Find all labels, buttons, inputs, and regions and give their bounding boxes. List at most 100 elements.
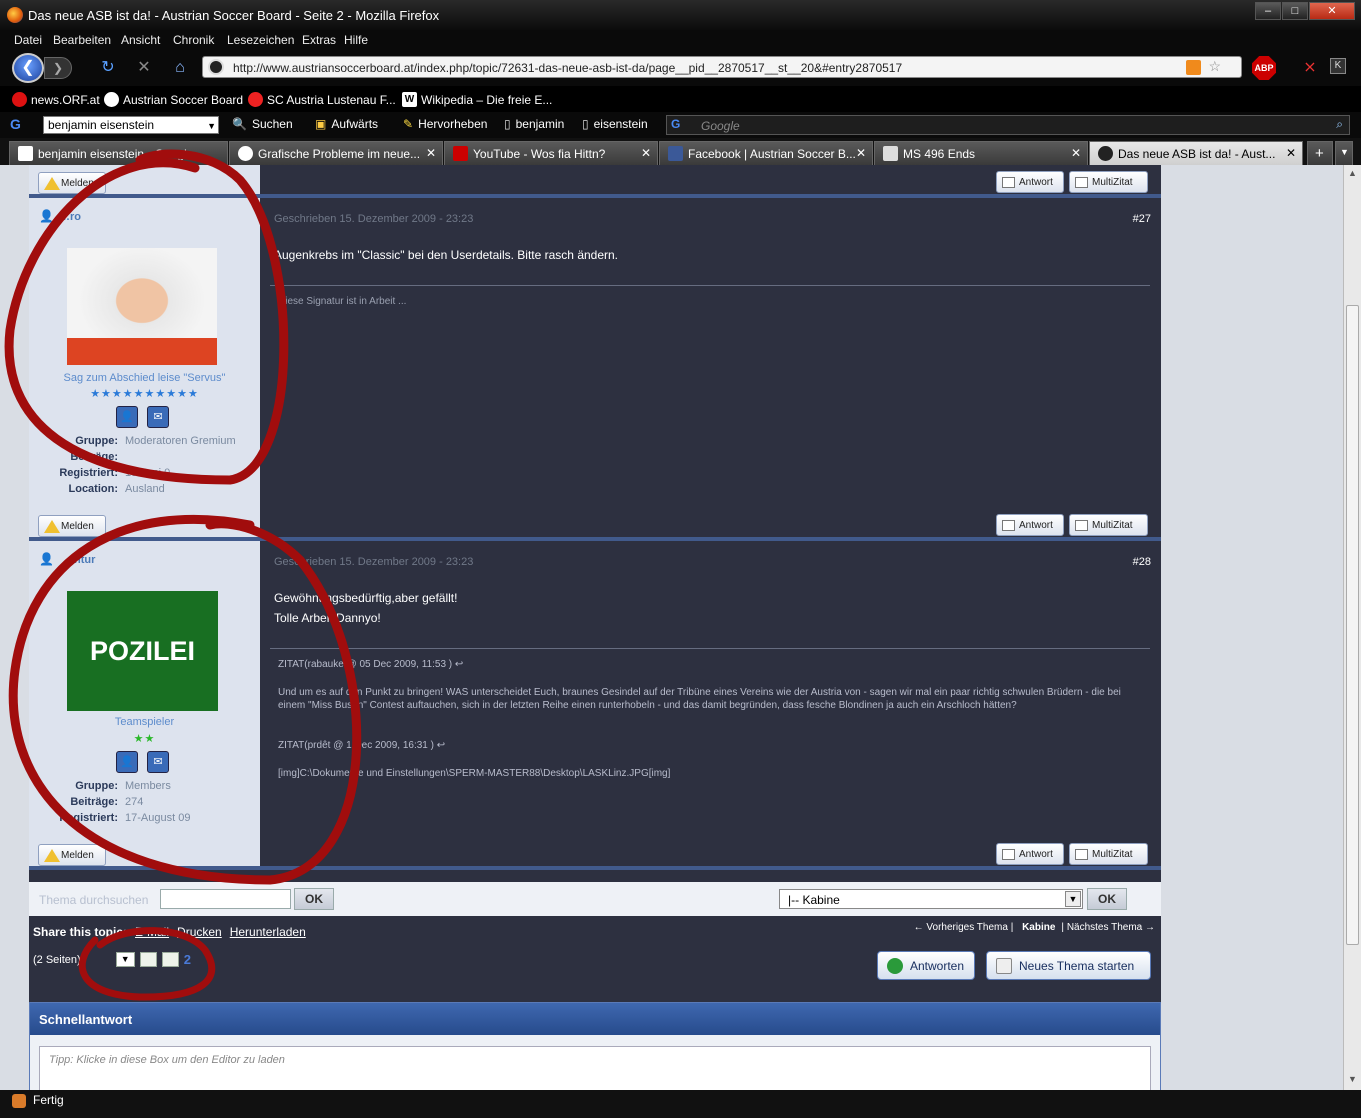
bookmark-orf[interactable]: news.ORF.at (12, 92, 100, 107)
forum-jump-select[interactable]: |-- Kabine ▼ (779, 889, 1083, 909)
hervorheben-button[interactable]: ✎ Hervorheben (403, 117, 487, 131)
thread-search-input[interactable] (160, 889, 291, 909)
tab-close-icon[interactable]: ✕ (641, 146, 651, 160)
forward-button[interactable]: ❯ (44, 57, 72, 79)
prev-thread-link[interactable]: ← Vorheriges Thema (914, 922, 1008, 933)
antworten-button[interactable]: Antworten (877, 951, 975, 980)
post-number[interactable]: #28 (1133, 556, 1151, 568)
melden-button[interactable]: Melden (38, 172, 106, 194)
term-eisenstein-button[interactable]: ▯ eisenstein (582, 117, 648, 131)
quote-link-icon[interactable]: ↩ (455, 659, 463, 670)
google-logo-icon[interactable]: G (10, 116, 21, 132)
quick-reply-editor[interactable]: Tipp: Klicke in diese Box um den Editor … (39, 1046, 1151, 1090)
message-icon[interactable]: ✉ (147, 751, 169, 773)
dropdown-arrow-icon[interactable]: ▼ (207, 118, 216, 134)
home-icon[interactable]: ⌂ (170, 58, 190, 78)
multizitat-button[interactable]: MultiZitat (1069, 171, 1148, 193)
antwort-button[interactable]: Antwort (996, 514, 1064, 536)
tab-close-icon[interactable]: ✕ (1286, 146, 1296, 160)
menu-ansicht[interactable]: Ansicht (121, 33, 160, 47)
post-line: Augenkrebs im "Classic" bei den Userdeta… (274, 248, 619, 262)
username[interactable]: …ntur (63, 554, 95, 566)
menu-datei[interactable]: Datei (14, 33, 42, 47)
forum-jump-ok-button[interactable]: OK (1087, 888, 1127, 910)
profile-icon[interactable]: 👤 (116, 406, 138, 428)
antwort-button[interactable]: Antwort (996, 171, 1064, 193)
noscript-icon[interactable]: ⨯ (1300, 58, 1320, 78)
tab-google[interactable]: benjamin eisenstein - Google... (9, 141, 228, 165)
page-prev-button[interactable] (161, 952, 179, 967)
stop-icon[interactable]: ✕ (134, 58, 154, 78)
menu-bearbeiten[interactable]: Bearbeiten (53, 33, 111, 47)
rss-icon[interactable] (1186, 60, 1201, 75)
aufwaerts-button[interactable]: ▣ Aufwärts (315, 117, 378, 131)
lustenau-icon (248, 92, 263, 107)
addon-k-icon[interactable]: K (1330, 58, 1346, 74)
share-download-link[interactable]: Herunterladen (230, 925, 306, 939)
tab-asb-active[interactable]: Das neue ASB ist da! - Aust... ✕ (1089, 141, 1303, 165)
message-icon[interactable]: ✉ (147, 406, 169, 428)
antwort-button[interactable]: Antwort (996, 843, 1064, 865)
next-thread-link[interactable]: Nächstes Thema → (1067, 922, 1155, 933)
tab-facebook[interactable]: Facebook | Austrian Soccer B... ✕ (659, 141, 873, 165)
quick-reply-title: Schnellantwort (30, 1003, 1160, 1035)
wikipedia-icon: W (402, 92, 417, 107)
google-toolbar-search[interactable]: benjamin eisenstein ▼ (43, 116, 219, 134)
bookmark-lustenau[interactable]: SC Austria Lustenau F... (248, 92, 396, 107)
share-email-link[interactable]: E-Mail (135, 925, 169, 939)
current-forum-link[interactable]: Kabine (1022, 922, 1055, 933)
new-tab-button[interactable]: + (1307, 141, 1333, 165)
page-scrollbar[interactable]: ▲ ▼ (1343, 165, 1361, 1090)
menu-extras[interactable]: Extras (302, 33, 336, 47)
google-search-box[interactable]: G Google ⌕ (666, 115, 1350, 135)
bookmark-wikipedia[interactable]: W Wikipedia – Die freie E... (402, 92, 552, 107)
user-stars: ★★★★★★★★★★ (90, 388, 199, 400)
post-line: Gewöhnungsbedürftig,aber gefällt! (274, 591, 458, 605)
back-button[interactable]: ❮ (12, 53, 44, 83)
melden-button[interactable]: Melden (38, 844, 106, 866)
tab-youtube[interactable]: YouTube - Wos fia Hittn? ✕ (444, 141, 658, 165)
reload-icon[interactable]: ↻ (98, 58, 118, 78)
maximize-button[interactable]: □ (1282, 2, 1308, 20)
page-current[interactable]: 2 (184, 952, 191, 967)
tab-close-icon[interactable]: ✕ (856, 146, 866, 160)
multizitat-button[interactable]: MultiZitat (1069, 843, 1148, 865)
minimize-button[interactable]: – (1255, 2, 1281, 20)
quote-link-icon[interactable]: ↩ (437, 740, 445, 751)
username[interactable]: …ro (59, 211, 81, 223)
menu-hilfe[interactable]: Hilfe (344, 33, 368, 47)
menu-chronik[interactable]: Chronik (173, 33, 214, 47)
tab-close-icon[interactable]: ✕ (426, 146, 436, 160)
page-jump-dropdown-icon[interactable]: ▼ (115, 952, 135, 967)
bookmark-asb[interactable]: Austrian Soccer Board (104, 92, 243, 107)
google-engine-icon[interactable]: G (671, 117, 680, 131)
scroll-up-icon[interactable]: ▲ (1348, 168, 1357, 178)
field-key: Registriert: (59, 812, 118, 824)
share-print-link[interactable]: Drucken (177, 925, 222, 939)
menu-lesezeichen[interactable]: Lesezeichen (227, 33, 294, 47)
dropdown-arrow-icon[interactable]: ▼ (1065, 891, 1081, 907)
search-ok-button[interactable]: OK (294, 888, 334, 910)
scroll-down-icon[interactable]: ▼ (1348, 1074, 1357, 1084)
tab-list-button[interactable]: ▼ (1335, 141, 1353, 165)
suchen-button[interactable]: 🔍 Suchen (232, 117, 293, 131)
post-body: Gewöhnungsbedürftig,aber gefällt! Tolle … (274, 588, 457, 628)
tab-grafische-probleme[interactable]: Grafische Probleme im neue... ✕ (229, 141, 443, 165)
multizitat-button[interactable]: MultiZitat (1069, 514, 1148, 536)
scrollbar-thumb[interactable] (1346, 305, 1359, 945)
adblock-icon[interactable]: ABP (1252, 56, 1276, 80)
thread-navigation: ← Vorheriges Thema | Kabine | Nächstes Th… (913, 922, 1155, 933)
close-button[interactable]: ✕ (1309, 2, 1355, 20)
tab-ms496[interactable]: MS 496 Ends ✕ (874, 141, 1088, 165)
field-key: Beiträge: (70, 796, 118, 808)
url-bar[interactable]: http://www.austriansoccerboard.at/index.… (202, 56, 1242, 78)
new-topic-button[interactable]: Neues Thema starten (986, 951, 1151, 980)
bookmark-star-icon[interactable]: ☆ (1208, 58, 1221, 75)
post-number[interactable]: #27 (1133, 213, 1151, 225)
profile-icon[interactable]: 👤 (116, 751, 138, 773)
tab-close-icon[interactable]: ✕ (1071, 146, 1081, 160)
search-icon[interactable]: ⌕ (1336, 117, 1343, 132)
melden-button[interactable]: Melden (38, 515, 106, 537)
page-first-button[interactable] (139, 952, 157, 967)
term-benjamin-button[interactable]: ▯ benjamin (504, 117, 564, 131)
